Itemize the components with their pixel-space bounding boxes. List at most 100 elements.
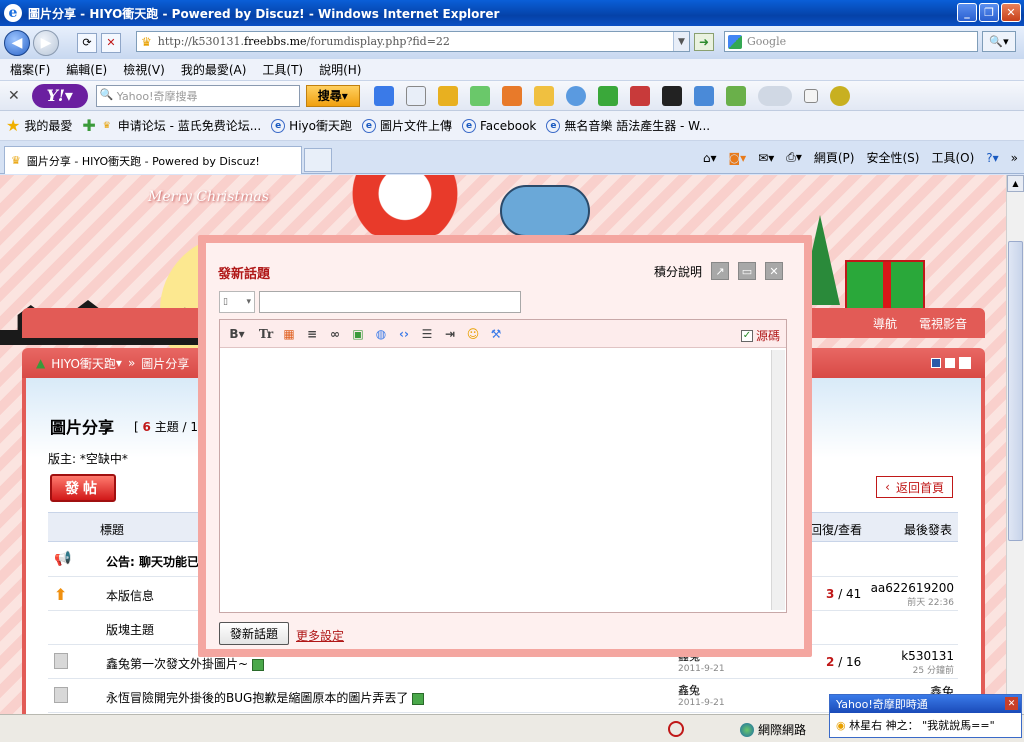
news-icon[interactable]: [693, 85, 714, 106]
scroll-thumb[interactable]: [1008, 241, 1023, 541]
search-input[interactable]: Google: [724, 31, 978, 52]
window-title: 圖片分享 - HIYO衝天跑 - Powered by Discuz! - Wi…: [28, 6, 500, 21]
menu-view[interactable]: 檢視(V): [123, 61, 165, 78]
wrench-icon[interactable]: ⚒: [489, 327, 503, 341]
page-scrollbar[interactable]: ▲: [1006, 175, 1024, 714]
go-button[interactable]: ➜: [694, 33, 714, 51]
search-button[interactable]: 🔍▾: [982, 31, 1016, 52]
map-icon[interactable]: [469, 85, 490, 106]
cmd-safety[interactable]: 安全性(S): [866, 149, 919, 166]
subject-input[interactable]: [259, 291, 521, 313]
help-icon[interactable]: ?▾: [986, 151, 998, 165]
menu-file[interactable]: 檔案(F): [10, 61, 50, 78]
yahoo-search-button[interactable]: 搜尋 ▾: [305, 84, 360, 107]
color-grid-icon[interactable]: ▦: [282, 327, 296, 341]
bold-icon[interactable]: B▾: [229, 327, 244, 341]
quote-icon[interactable]: ◍: [374, 327, 388, 341]
nav-guide[interactable]: 導航: [873, 315, 897, 332]
post-type-select[interactable]: ▯ ▾: [219, 291, 255, 313]
yahoo-search-input[interactable]: Yahoo!奇摩搜尋: [95, 84, 300, 107]
book-icon[interactable]: [725, 85, 746, 106]
settings-gear-icon[interactable]: [829, 85, 850, 106]
close-notification-icon[interactable]: ✕: [1005, 697, 1018, 710]
popup-blocker-icon[interactable]: [668, 721, 684, 737]
menu-favorites[interactable]: 我的最愛(A): [181, 61, 247, 78]
movie-icon[interactable]: [661, 85, 682, 106]
stop-button[interactable]: ✕: [101, 32, 121, 53]
new-post-button[interactable]: 發帖: [50, 474, 116, 502]
more-icon[interactable]: [803, 88, 818, 103]
editor-scrollbar[interactable]: [771, 350, 785, 610]
fav-item-2[interactable]: e Hiyo衝天跑: [271, 117, 352, 134]
indent-icon[interactable]: ⇥: [443, 327, 457, 341]
calendar-icon[interactable]: [405, 85, 426, 106]
minimize-button[interactable]: _: [957, 3, 977, 22]
tab-current[interactable]: ♛ 圖片分享 - HIYO衝天跑 - Powered by Discuz!: [4, 146, 302, 174]
font-size-icon[interactable]: Tr: [259, 327, 273, 341]
weather-icon[interactable]: [757, 85, 792, 106]
url-input[interactable]: ♛ http://k530131. freebbs.me/forumdisplay…: [136, 31, 690, 52]
favorites-button[interactable]: 我的最愛: [24, 117, 72, 134]
message-editor[interactable]: B▾ Tr ▦ ≡ ∞ ▣ ◍ ‹› ☰ ⇥ ☺ ⚒ ✓ 源碼: [219, 319, 787, 613]
close-window-button[interactable]: ✕: [1001, 3, 1021, 22]
fav-item-1[interactable]: ♛ 申请论坛 - 蓝氏免费论坛...: [100, 117, 261, 134]
home-icon[interactable]: ⌂▾: [703, 151, 717, 165]
restore-button[interactable]: ❐: [979, 3, 999, 22]
table-row[interactable]: 永恆冒險開完外掛後的BUG抱歉是縮圖原本的圖片弄丟了 鑫兔 2011-9-21 鑫…: [48, 679, 958, 713]
submit-topic-button[interactable]: 發新話題: [219, 622, 289, 645]
cmd-page[interactable]: 網頁(P): [814, 149, 855, 166]
fav-item-4[interactable]: e Facebook: [462, 118, 536, 133]
url-dropdown-icon[interactable]: ▼: [673, 32, 689, 51]
view-medium-icon[interactable]: [945, 358, 955, 368]
announcement-icon: 📢: [54, 551, 72, 567]
maximize-icon[interactable]: ▭: [738, 262, 756, 280]
auction-icon[interactable]: [501, 85, 522, 106]
fav-item-5[interactable]: e 無名音樂 語法產生器 - W...: [546, 117, 710, 134]
yahoo-logo-icon[interactable]: Y!▾: [31, 83, 88, 108]
scroll-up-icon[interactable]: ▲: [1007, 175, 1024, 192]
points-help-link[interactable]: 積分說明: [654, 263, 702, 280]
menu-tools[interactable]: 工具(T): [262, 61, 303, 78]
align-icon[interactable]: ≡: [305, 327, 319, 341]
ordered-list-icon[interactable]: ☰: [420, 327, 434, 341]
close-toolbar-icon[interactable]: ✕: [8, 88, 20, 104]
answers-icon[interactable]: [565, 85, 586, 106]
source-toggle[interactable]: ✓ 源碼: [740, 327, 780, 344]
security-zone[interactable]: 網際網路: [740, 721, 806, 738]
back-button[interactable]: ◀: [4, 29, 30, 56]
bookmark-icon[interactable]: [437, 85, 458, 106]
return-home-button[interactable]: ‹ 返回首頁: [876, 476, 953, 498]
forward-button[interactable]: ▶: [33, 29, 59, 56]
game-icon[interactable]: [597, 85, 618, 106]
print-icon[interactable]: ⎙▾: [786, 150, 802, 165]
fav-item-3[interactable]: e 圖片文件上傳: [361, 117, 452, 134]
source-checkbox[interactable]: ✓: [740, 329, 753, 342]
more-settings-link[interactable]: 更多設定: [296, 627, 344, 644]
menu-edit[interactable]: 編輯(E): [66, 61, 107, 78]
insert-image-icon[interactable]: ▣: [351, 327, 365, 341]
breadcrumb-dropdown-icon[interactable]: ▾: [116, 356, 122, 370]
menu-help[interactable]: 說明(H): [319, 61, 361, 78]
smiley-icon[interactable]: ☺: [466, 327, 480, 341]
yahoo-messenger-notification[interactable]: Yahoo!奇摩即時通 ✕ ◉ 林星右 神之： "我就說馬==": [829, 694, 1022, 738]
close-dialog-icon[interactable]: ✕: [765, 262, 783, 280]
code-icon[interactable]: ‹›: [397, 327, 411, 341]
new-tab-button[interactable]: [304, 148, 332, 172]
breadcrumb-current[interactable]: 圖片分享: [141, 355, 189, 372]
chat-bubble-icon: ◉: [836, 719, 846, 732]
more-chevron-icon[interactable]: »: [1011, 151, 1018, 165]
add-favorite-icon[interactable]: ✚: [82, 116, 95, 135]
breadcrumb-home[interactable]: HIYO衝天跑: [51, 355, 116, 372]
rss-icon[interactable]: ◙▾: [728, 151, 746, 165]
popout-icon[interactable]: ↗: [711, 262, 729, 280]
nav-tv[interactable]: 電視影音: [919, 315, 967, 332]
car-icon[interactable]: [629, 85, 650, 106]
mail-read-icon[interactable]: ✉▾: [758, 151, 774, 165]
refresh-button[interactable]: ⟳: [77, 32, 97, 53]
link-icon[interactable]: ∞: [328, 327, 342, 341]
mail-icon[interactable]: [373, 85, 394, 106]
cmd-tools[interactable]: 工具(O): [931, 149, 974, 166]
view-narrow-icon[interactable]: [931, 358, 941, 368]
view-wide-icon[interactable]: [959, 357, 971, 369]
shopping-icon[interactable]: [533, 85, 554, 106]
